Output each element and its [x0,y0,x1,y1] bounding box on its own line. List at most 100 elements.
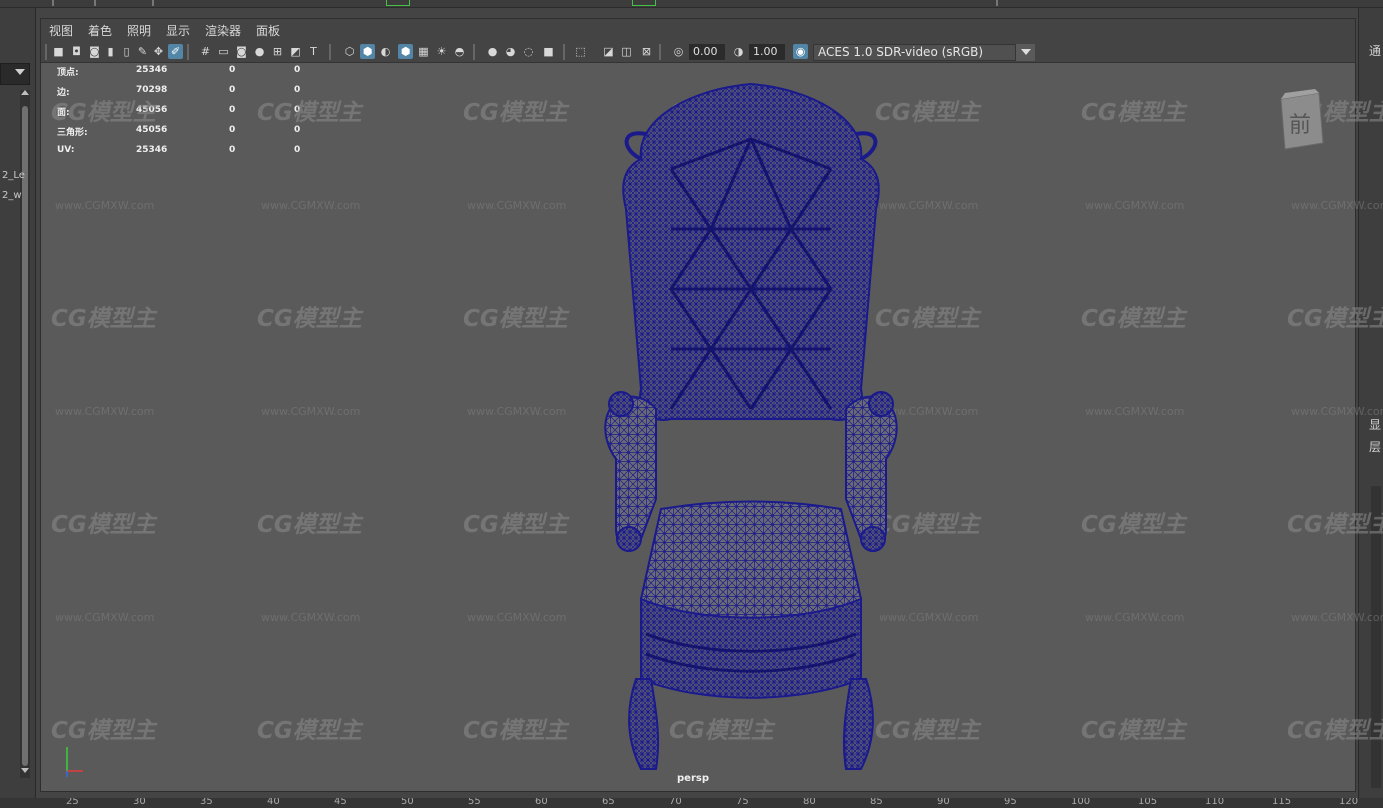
motion-blur-icon[interactable]: ◕ [503,44,518,59]
screen-space-ao-icon[interactable]: ● [485,44,500,59]
resolution-gate-icon[interactable]: ◙ [234,44,249,59]
hud-selected: 0 [294,65,301,75]
menu-view[interactable]: 视图 [49,22,73,39]
watermark-url: www.CGMXW.com [1085,199,1185,212]
watermark-url: www.CGMXW.com [467,405,567,418]
timeline-tick-label: 75 [736,798,749,807]
watermark-url: www.CGMXW.com [467,611,567,624]
right-tab-label[interactable]: 显 [1369,416,1381,433]
outliner-scroll-thumb[interactable] [22,106,28,766]
timeline-tick-label: 45 [334,798,347,807]
chevron-down-icon[interactable] [1015,44,1035,61]
range-marker[interactable] [632,0,656,6]
viewport-panel[interactable]: 视图 着色 照明 显示 渲染器 面板 ■ ◘ ◙ ▮ ▯ ✎ ✥ ✐ # ▭ ◙… [40,18,1383,792]
grease-pencil-icon[interactable]: ✎ [135,44,150,59]
view-transform-dropdown[interactable]: ACES 1.0 SDR-video (sRGB) [813,44,1033,61]
film-gate-icon[interactable]: ▭ [216,44,231,59]
hud-selected: 0 [229,65,236,75]
watermark-url: www.CGMXW.com [261,405,361,418]
hud-label: UV: [57,145,75,155]
panel-toolbar: ■ ◘ ◙ ▮ ▯ ✎ ✥ ✐ # ▭ ◙ ● ⊞ ◩ T ⬡ ⬢ ◐ ⬢ ▦ … [41,41,1355,63]
gate-mask-icon[interactable]: ● [252,44,267,59]
lock-camera-icon[interactable]: ◘ [69,44,84,59]
watermark-url: www.CGMXW.com [55,405,155,418]
menu-shading[interactable]: 着色 [88,22,112,39]
range-marker[interactable] [386,0,410,6]
watermark-logo: CG模型主 [1081,100,1186,126]
menu-panels[interactable]: 面板 [256,22,280,39]
watermark-logo: CG模型主 [257,512,362,538]
toolbar-separator [329,44,331,60]
exposure-icon[interactable]: ◎ [671,44,686,59]
camera-attributes-icon[interactable]: ◙ [87,44,102,59]
two-d-zoom-icon[interactable]: ✐ [168,44,183,59]
hud-count: 25346 [136,65,168,75]
safe-action-icon[interactable]: ◩ [288,44,303,59]
gamma-field[interactable]: 1.00 [749,44,785,60]
smooth-shade-icon[interactable]: ⬢ [360,44,375,59]
watermark-url: www.CGMXW.com [1085,611,1185,624]
menu-renderer[interactable]: 渲染器 [205,22,241,39]
timeline-tick-label: 40 [267,798,280,807]
timeline-tick-label: 65 [602,798,615,807]
safe-title-icon[interactable]: T [306,44,321,59]
bookmark-icon[interactable]: ▮ [103,44,118,59]
menu-show[interactable]: 显示 [166,22,190,39]
timeline-tick-label: 25 [66,798,79,807]
timeline-tick-label: 55 [468,798,481,807]
textured-icon[interactable]: ▦ [416,44,431,59]
wireframe-on-shaded-icon[interactable]: ⬢ [398,44,413,59]
field-chart-icon[interactable]: ⊞ [270,44,285,59]
hud-selected: 0 [229,85,236,95]
toolbar-tick [152,0,154,6]
toolbar-tick [94,0,96,6]
watermark-logo: CG模型主 [463,306,568,332]
gamma-icon[interactable]: ◑ [731,44,746,59]
anti-aliasing-icon[interactable]: ◌ [521,44,536,59]
outliner-item[interactable]: 2_w [2,190,22,201]
depth-of-field-icon[interactable]: ■ [541,44,556,59]
view-cube-face-label: 前 [1289,113,1312,138]
timeline-tick-label: 85 [870,798,883,807]
xray-components-icon[interactable]: ⊠ [639,44,654,59]
xray-joints-icon[interactable]: ◫ [619,44,634,59]
right-tab-label[interactable]: 层 [1369,438,1381,455]
timeline-ruler[interactable]: 25 30 35 40 45 50 55 60 65 70 75 80 85 90 95 100 105 110 1… [0,798,1383,808]
hud-selected: 0 [294,145,301,155]
watermark-logo: CG模型主 [1287,512,1383,538]
toolbar-separator [563,44,565,60]
armchair-wireframe-model[interactable] [561,79,941,779]
grid-icon[interactable]: # [198,44,213,59]
timeline-tick-label: 95 [1004,798,1017,807]
image-plane-icon[interactable]: ▯ [119,44,134,59]
timeline-tick-label: 70 [669,798,682,807]
color-management-icon[interactable]: ◉ [793,44,808,59]
wireframe-icon[interactable]: ⬡ [342,44,357,59]
default-material-icon[interactable]: ◐ [378,44,393,59]
timeline-tick-label: 100 [1071,798,1091,807]
xray-icon[interactable]: ◪ [601,44,616,59]
hud-selected: 0 [229,125,236,135]
exposure-field[interactable]: 0.00 [689,44,725,60]
toolbar-separator [659,44,661,60]
chevron-down-icon [15,69,25,75]
timeline-tick-label: 50 [401,798,414,807]
select-camera-icon[interactable]: ■ [51,44,66,59]
right-tab-label[interactable]: 通 [1369,42,1381,59]
scroll-down-icon[interactable] [21,768,29,773]
two-d-pan-icon[interactable]: ✥ [151,44,166,59]
watermark-logo: CG模型主 [463,100,568,126]
use-all-lights-icon[interactable]: ☀ [434,44,449,59]
watermark-logo: CG模型主 [51,512,156,538]
watermark-logo: CG模型主 [463,718,568,744]
view-cube[interactable]: 前 [1275,89,1325,151]
outliner-item[interactable]: 2_Le [2,170,25,181]
timeline-tick-label: 115 [1272,798,1292,807]
scroll-up-icon[interactable] [21,90,29,95]
timeline-tick-label: 110 [1205,798,1225,807]
isolate-select-icon[interactable]: ⬚ [573,44,588,59]
toolbar-separator [187,44,189,60]
shadows-icon[interactable]: ◓ [452,44,467,59]
menu-lighting[interactable]: 照明 [127,22,151,39]
maya-window: 2_Le 2_w 通 显 层 视图 着色 照明 显示 渲染器 面板 ■ ◘ ◙ … [0,0,1383,808]
